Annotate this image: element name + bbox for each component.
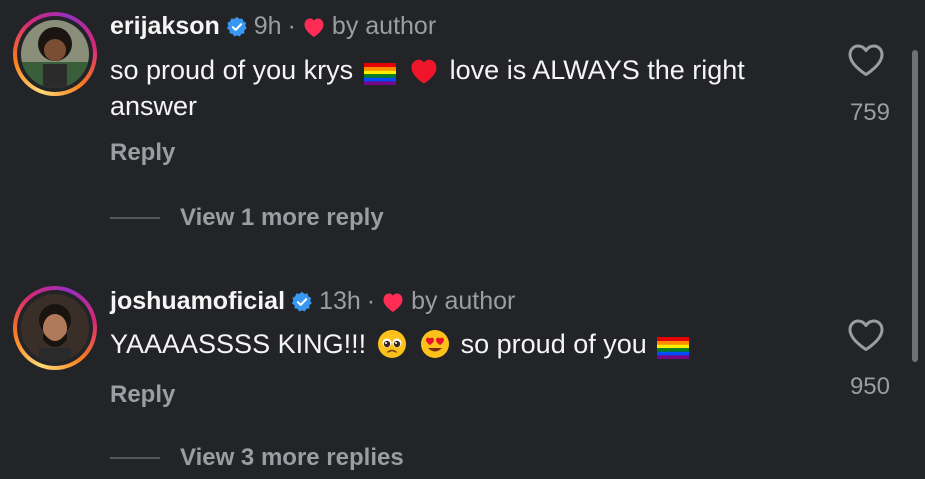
separator-dot: ·	[366, 287, 376, 315]
comment-header: erijakson 9h · by author	[110, 12, 436, 41]
comment-text-part: so proud of you	[460, 329, 647, 359]
liked-by-author-label: by author	[331, 12, 437, 40]
avatar-photo-joshuamoficial	[21, 294, 89, 362]
avatar	[21, 20, 89, 88]
divider-line	[110, 457, 160, 459]
separator-dot: ·	[287, 12, 296, 40]
view-more-label: View 3 more replies	[180, 444, 404, 471]
reply-button[interactable]: Reply	[110, 381, 175, 409]
comment-time: 9h	[253, 12, 282, 40]
comment-header: joshuamoficial 13h · by author	[110, 287, 515, 316]
reply-button[interactable]: Reply	[110, 139, 175, 167]
like-count: 950	[849, 373, 890, 400]
avatar-story-ring[interactable]	[13, 286, 97, 370]
scrollbar[interactable]	[912, 50, 918, 362]
verified-badge-icon	[291, 291, 313, 313]
username[interactable]: erijakson	[110, 12, 220, 41]
username[interactable]: joshuamoficial	[110, 287, 285, 316]
verified-badge-icon	[226, 16, 248, 38]
comment-time: 13h	[319, 287, 361, 315]
avatar-story-ring[interactable]	[13, 12, 97, 96]
comments-panel: erijakson 9h · by author so proud of you…	[0, 0, 925, 479]
heart-eyes-emoji	[420, 329, 450, 359]
divider-line	[110, 217, 160, 219]
pleading-face-emoji	[377, 329, 407, 359]
comment-text-part: YAAAASSSS KING!!!	[110, 329, 367, 359]
liked-by-author-label: by author	[411, 287, 516, 315]
avatar	[21, 294, 89, 362]
rainbow-flag-emoji	[363, 63, 396, 85]
view-more-label: View 1 more reply	[180, 204, 384, 231]
rainbow-flag-emoji	[657, 337, 690, 359]
avatar-photo-erijakson	[21, 20, 89, 88]
heart-outline-icon[interactable]	[846, 317, 886, 353]
author-liked-heart-icon	[302, 16, 326, 38]
red-heart-emoji	[409, 57, 439, 85]
heart-outline-icon[interactable]	[846, 42, 886, 78]
comment-text: YAAAASSSS KING!!! so proud of you	[110, 326, 810, 362]
view-more-replies-button[interactable]: View 3 more replies	[110, 444, 404, 472]
like-count: 759	[849, 99, 890, 126]
comment-text-part: so proud of you krys	[110, 55, 354, 85]
comment-text: so proud of you krys love is ALWAYS the …	[110, 52, 810, 124]
author-liked-heart-icon	[381, 291, 405, 313]
view-more-replies-button[interactable]: View 1 more reply	[110, 204, 384, 232]
